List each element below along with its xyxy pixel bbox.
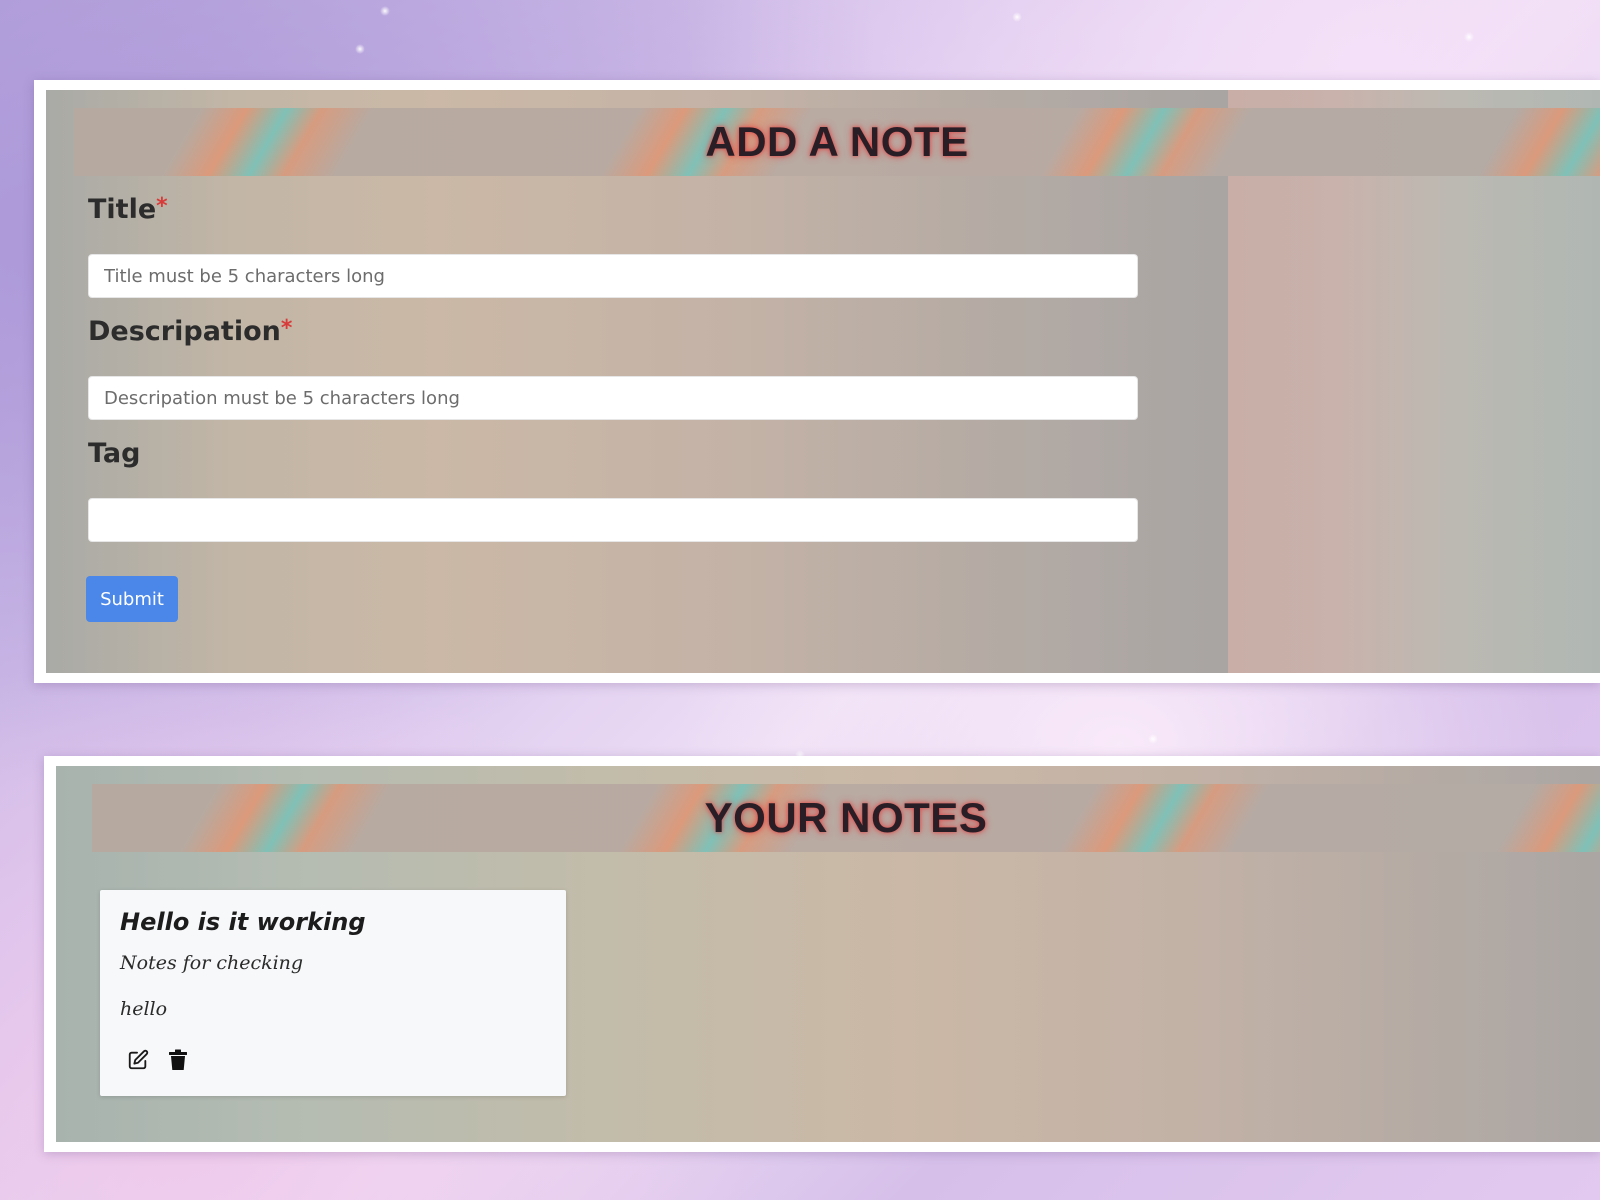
note-card: Hello is it working Notes for checking h…: [100, 890, 566, 1096]
required-asterisk: *: [156, 194, 168, 219]
your-notes-panel-body: YOUR NOTES Hello is it working Notes for…: [56, 766, 1600, 1142]
note-title: Hello is it working: [120, 908, 366, 936]
add-note-panel-body: ADD A NOTE Title* Descripation* Tag Subm…: [46, 90, 1600, 673]
sparkle-decoration: [1464, 32, 1474, 42]
title-label-text: Title: [88, 194, 157, 225]
trash-icon[interactable]: [164, 1046, 192, 1074]
tag-label: Tag: [88, 438, 140, 469]
submit-button[interactable]: Submit: [86, 576, 178, 622]
tag-label-text: Tag: [88, 438, 141, 469]
your-notes-heading: YOUR NOTES: [704, 794, 988, 841]
add-note-heading: ADD A NOTE: [705, 118, 969, 165]
add-note-banner: ADD A NOTE: [74, 108, 1600, 176]
title-label: Title*: [88, 194, 168, 225]
note-tag: hello: [120, 998, 168, 1020]
edit-icon[interactable]: [124, 1046, 152, 1074]
sparkle-decoration: [380, 6, 390, 16]
add-note-panel: ADD A NOTE Title* Descripation* Tag Subm…: [34, 80, 1600, 683]
your-notes-banner: YOUR NOTES: [92, 784, 1600, 852]
empty-side-column: [1228, 90, 1600, 673]
required-asterisk: *: [280, 316, 293, 341]
title-input[interactable]: [88, 254, 1138, 298]
description-input[interactable]: [88, 376, 1138, 420]
sparkle-decoration: [1012, 12, 1022, 22]
sparkle-decoration: [1148, 734, 1158, 744]
description-label: Descripation*: [88, 316, 292, 347]
note-description: Notes for checking: [120, 952, 304, 974]
description-label-text: Descripation: [88, 316, 281, 347]
your-notes-panel: YOUR NOTES Hello is it working Notes for…: [44, 756, 1600, 1152]
sparkle-decoration: [355, 44, 365, 54]
tag-input[interactable]: [88, 498, 1138, 542]
